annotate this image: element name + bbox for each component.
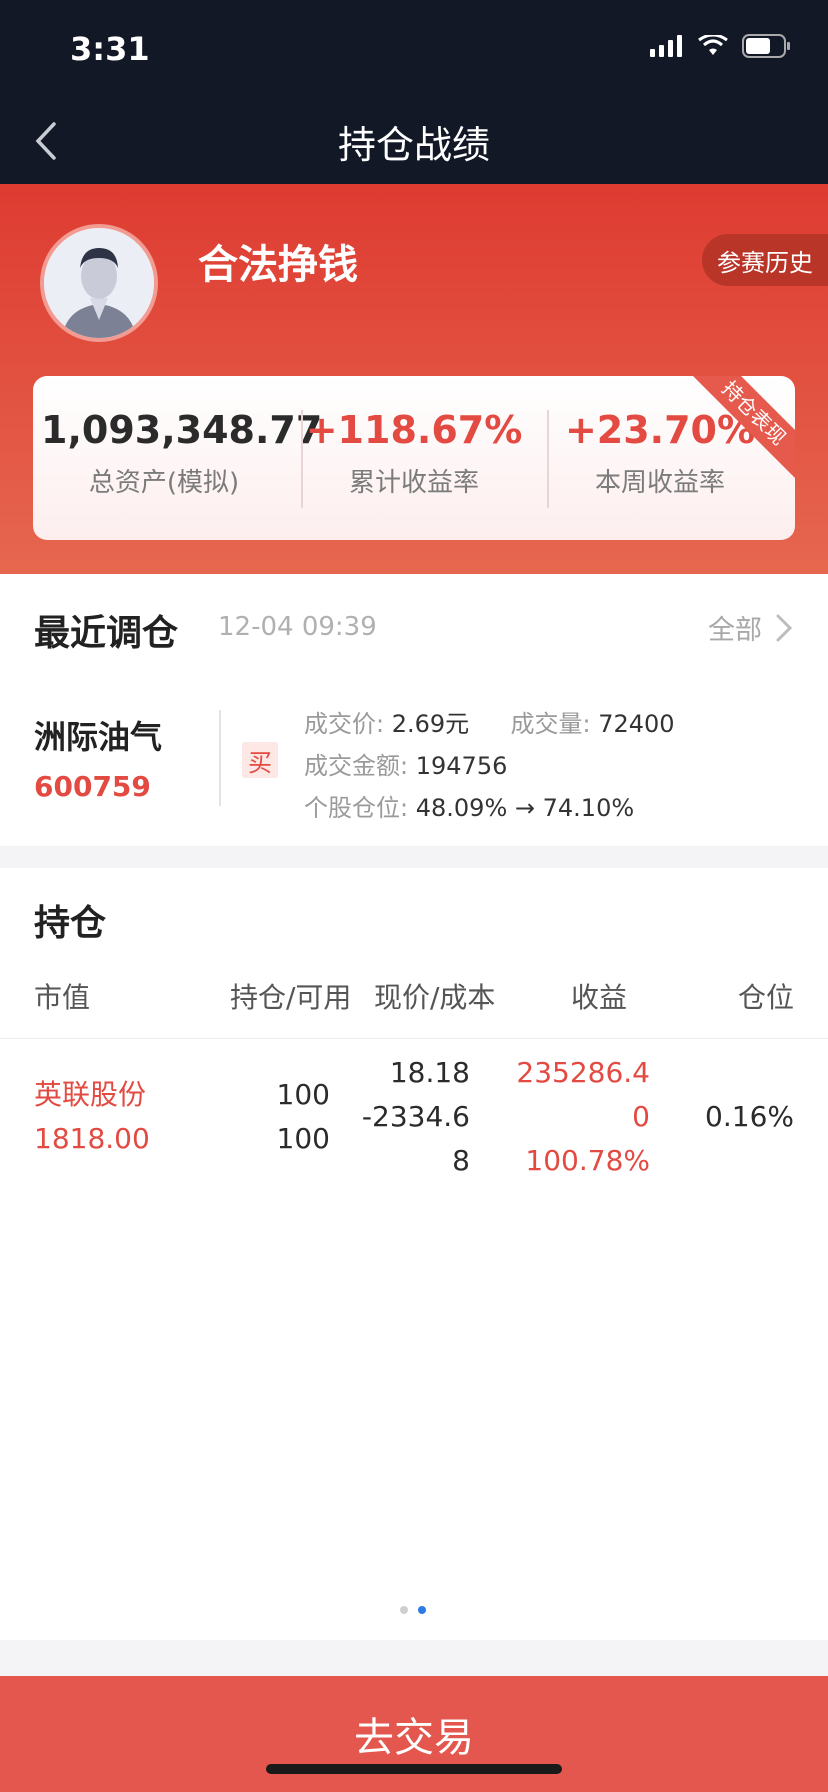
go-trade-button[interactable]: 去交易 bbox=[0, 1676, 828, 1792]
total-assets-stat: 1,093,348.77 总资产(模拟) bbox=[41, 408, 323, 499]
profit-amount: 235286.4 bbox=[516, 1056, 650, 1089]
profit-rate: 100.78% bbox=[525, 1144, 650, 1177]
total-assets-value: 1,093,348.77 bbox=[41, 408, 323, 452]
cumulative-return-value: +118.67% bbox=[305, 408, 523, 452]
recent-trade-time: 12-04 09:39 bbox=[218, 612, 377, 642]
user-avatar-icon bbox=[44, 228, 154, 338]
status-time: 3:31 bbox=[70, 30, 150, 68]
profit-amount-wrap: 0 bbox=[632, 1100, 650, 1133]
trade-position-line: 个股仓位: 48.09% → 74.10% bbox=[304, 788, 634, 823]
cumulative-return-label: 累计收益率 bbox=[348, 468, 479, 498]
trade-position-label: 个股仓位: bbox=[304, 794, 409, 822]
view-all-link[interactable]: 全部 bbox=[708, 608, 792, 647]
buy-tag: 买 bbox=[242, 742, 278, 778]
trade-volume-value: 72400 bbox=[598, 710, 675, 738]
trade-stock-code: 600759 bbox=[34, 770, 151, 803]
trade-price-line: 成交价: 2.69元 成交量: 72400 bbox=[304, 704, 675, 739]
holdings-title: 持仓 bbox=[34, 903, 107, 944]
recent-trade-section: 最近调仓 12-04 09:39 全部 洲际油气 600759 买 成交价: 2… bbox=[0, 574, 828, 844]
holding-market-value: 1818.00 bbox=[34, 1122, 150, 1155]
battery-icon bbox=[742, 34, 792, 62]
trade-position-to: 74.10% bbox=[542, 794, 635, 822]
total-assets-label: 总资产(模拟) bbox=[88, 468, 240, 498]
trade-divider bbox=[219, 710, 221, 806]
avatar[interactable] bbox=[40, 224, 158, 342]
section-divider bbox=[0, 846, 828, 868]
col-header-position: 仓位 bbox=[738, 981, 795, 1014]
cost-price: -2334.6 bbox=[361, 1100, 470, 1133]
holding-stock-name: 英联股份 bbox=[34, 1078, 147, 1111]
holding-quantity: 100 bbox=[276, 1078, 330, 1111]
home-indicator bbox=[266, 1764, 562, 1774]
cumulative-return-stat: +118.67% 累计收益率 bbox=[291, 408, 537, 499]
col-header-price-cost: 现价/成本 bbox=[374, 981, 496, 1014]
stats-card: 1,093,348.77 总资产(模拟) +118.67% 累计收益率 +23.… bbox=[33, 376, 795, 540]
page-title: 持仓战绩 bbox=[337, 123, 490, 167]
recent-trade-title: 最近调仓 bbox=[34, 613, 179, 654]
table-header-divider bbox=[0, 1038, 828, 1039]
position-ratio: 0.16% bbox=[705, 1100, 794, 1133]
arrow-right-icon: → bbox=[514, 794, 535, 822]
trade-amount-value: 194756 bbox=[415, 752, 508, 780]
view-all-label: 全部 bbox=[708, 615, 762, 646]
trade-price-value: 2.69元 bbox=[391, 710, 470, 738]
col-header-market-value: 市值 bbox=[34, 981, 91, 1014]
col-header-profit: 收益 bbox=[571, 981, 628, 1014]
chevron-right-icon bbox=[776, 614, 792, 641]
username: 合法挣钱 bbox=[198, 242, 358, 288]
trade-amount-line: 成交金额: 194756 bbox=[304, 746, 507, 781]
trade-volume-label: 成交量: bbox=[510, 710, 591, 738]
footer-divider bbox=[0, 1640, 828, 1676]
cost-price-wrap: 8 bbox=[452, 1144, 470, 1177]
trade-amount-label: 成交金额: bbox=[304, 752, 409, 780]
signal-icon bbox=[650, 35, 684, 61]
current-price: 18.18 bbox=[389, 1056, 470, 1089]
wifi-icon bbox=[698, 33, 728, 61]
weekly-return-label: 本周收益率 bbox=[594, 468, 725, 498]
holding-available: 100 bbox=[276, 1122, 330, 1155]
competition-history-button[interactable]: 参赛历史 bbox=[702, 234, 828, 286]
page-dot-active bbox=[418, 1606, 426, 1614]
page-indicator[interactable] bbox=[400, 1606, 426, 1614]
col-header-holding: 持仓/可用 bbox=[230, 981, 352, 1014]
trade-price-label: 成交价: bbox=[304, 710, 385, 738]
page-dot bbox=[400, 1606, 408, 1614]
trade-position-from: 48.09% bbox=[415, 794, 508, 822]
status-icons bbox=[650, 33, 792, 62]
trade-stock-name[interactable]: 洲际油气 bbox=[34, 712, 162, 758]
